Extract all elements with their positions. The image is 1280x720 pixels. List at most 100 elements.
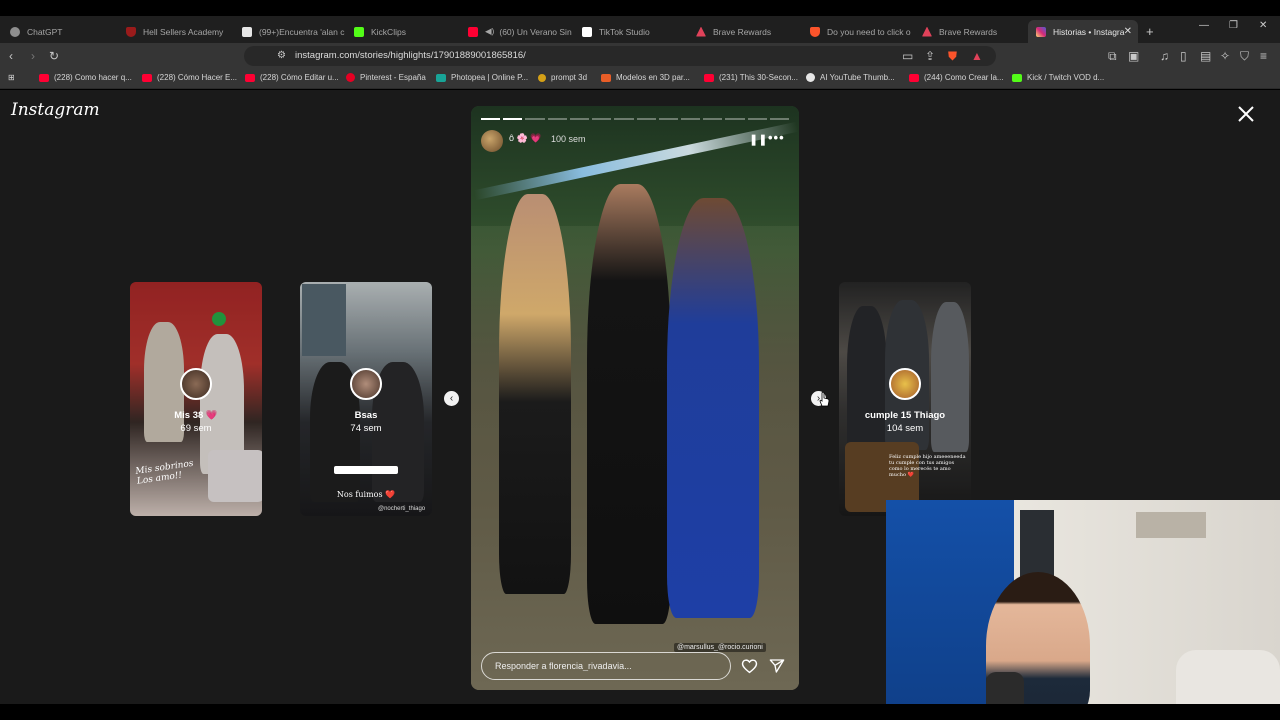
bookmark-item[interactable]: (231) This 30-Secon...	[704, 73, 798, 82]
youtube-icon	[245, 73, 255, 82]
pinterest-icon	[346, 73, 355, 82]
bookmark-label: (244) Como Crear la...	[924, 73, 1004, 82]
story-preview[interactable]: cumple 15 Thiago 104 sem Feliz cumple hi…	[839, 282, 971, 516]
tab-label: KickClips	[371, 26, 406, 37]
story-progress-bar	[481, 118, 790, 120]
tab-label: (60) Un Verano Sin	[499, 26, 572, 37]
progress-segment	[747, 118, 767, 120]
bookmark-item[interactable]: prompt 3d	[538, 73, 587, 82]
sparkle-icon	[538, 73, 546, 82]
window-titlebar	[0, 0, 1280, 16]
kick-icon	[1012, 73, 1022, 82]
bookmark-label: Pinterest - España	[360, 73, 426, 82]
tab-brave-rewards-2[interactable]: Brave Rewards	[914, 20, 1026, 43]
site-settings-icon[interactable]: ⚙	[277, 49, 286, 63]
back-icon[interactable]: ‹	[9, 49, 13, 63]
leo-ai-icon[interactable]: ✧	[1220, 49, 1230, 63]
tab-brave-rewards[interactable]: Brave Rewards	[688, 20, 800, 43]
tab-instagram-active[interactable]: Historias • Instagra ✕	[1028, 20, 1138, 43]
url-text[interactable]: instagram.com/stories/highlights/1790188…	[295, 50, 526, 61]
bookmark-item[interactable]: Modelos en 3D par...	[601, 73, 690, 82]
reload-icon[interactable]: ↻	[49, 49, 59, 63]
brave-shields-icon[interactable]: ⛊	[948, 49, 957, 63]
tab-label: Hell Sellers Academy	[143, 26, 224, 37]
send-icon[interactable]	[769, 658, 785, 674]
bookmark-label: prompt 3d	[551, 73, 588, 82]
minimize-icon[interactable]: —	[1199, 20, 1209, 31]
youtube-icon	[704, 73, 714, 82]
close-tab-icon[interactable]: ✕	[1124, 26, 1132, 37]
maximize-icon[interactable]: ❐	[1229, 20, 1238, 31]
reply-input[interactable]	[495, 661, 715, 671]
menu-icon[interactable]: ≡	[1260, 49, 1267, 63]
tab-kickclips[interactable]: KickClips	[346, 20, 458, 43]
brave-rewards-icon[interactable]: ▲	[971, 49, 983, 63]
tab-label: Do you need to click o	[827, 26, 911, 37]
apps-grid-icon[interactable]: ⊞	[8, 73, 15, 82]
cast-icon[interactable]: ▭	[902, 49, 913, 63]
more-options-icon[interactable]: •••	[768, 130, 785, 145]
vpn-icon[interactable]: ⛉	[1240, 49, 1249, 63]
bookmark-item[interactable]: Kick / Twitch VOD d...	[1012, 73, 1104, 82]
mouse-cursor-icon	[819, 392, 830, 407]
brave-rewards-icon	[922, 26, 932, 37]
tab-brave-question[interactable]: Do you need to click o	[802, 20, 914, 43]
progress-segment	[525, 118, 545, 120]
active-story[interactable]: ô 🌸 💗 100 sem ❚❚ ••• @marsullus_@rocio.c…	[471, 106, 799, 690]
story-preview[interactable]: Bsas 74 sem Nos fuimos ❤️ @nocherti_thia…	[300, 282, 432, 516]
previous-story-button[interactable]: ‹	[444, 391, 459, 406]
bookmark-item[interactable]: Photopea | Online P...	[436, 73, 528, 82]
story-mention[interactable]: @marsullus_@rocio.curioni	[674, 643, 766, 652]
address-bar[interactable]: ⚙ instagram.com/stories/highlights/17901…	[244, 46, 996, 66]
bookmark-item[interactable]: (228) Cómo Hacer E...	[142, 73, 237, 82]
webcam-overlay	[886, 500, 1280, 720]
story-preview[interactable]: Mis 38 💗 69 sem Mis sobrinos Los amo!!	[130, 282, 262, 516]
tab-tiktok-search[interactable]: (99+)Encuentra 'alan c	[234, 20, 346, 43]
pause-icon[interactable]: ❚❚	[749, 133, 767, 146]
close-icon[interactable]	[1236, 104, 1256, 124]
screen-bottom-bar	[0, 704, 1280, 720]
youtube-icon	[909, 73, 919, 82]
instagram-icon	[1036, 26, 1046, 37]
progress-segment	[680, 118, 701, 120]
kick-icon	[354, 26, 364, 37]
speaker-icon: ◀)	[485, 26, 495, 36]
wallet-icon[interactable]: ▤	[1200, 49, 1211, 63]
bookmark-item[interactable]: (244) Como Crear la...	[909, 73, 1004, 82]
instagram-logo[interactable]: Instagram	[11, 100, 100, 120]
progress-segment	[769, 118, 790, 120]
heart-icon[interactable]	[741, 658, 758, 674]
bookmark-item[interactable]: Pinterest - España	[346, 73, 426, 82]
share-icon[interactable]: ⇪	[925, 49, 935, 63]
new-tab-button[interactable]: +	[1142, 20, 1162, 43]
preview-caption: Nos fuimos ❤️	[336, 490, 396, 499]
story-age: 100 sem	[551, 134, 586, 144]
progress-segment	[658, 118, 678, 120]
music-icon[interactable]: ♫	[1160, 49, 1169, 63]
tiktok-icon	[582, 26, 592, 37]
reply-field[interactable]	[481, 652, 731, 680]
screenshot-icon[interactable]: ▣	[1128, 49, 1139, 63]
story-avatar[interactable]	[481, 130, 503, 152]
bookmark-label: (228) Como hacer q...	[54, 73, 132, 82]
tab-tiktok-studio[interactable]: TikTok Studio	[574, 20, 686, 43]
bookmark-item[interactable]: (228) Como hacer q...	[39, 73, 132, 82]
tab-hell-sellers[interactable]: Hell Sellers Academy	[118, 20, 230, 43]
bookmark-item[interactable]: (228) Cómo Editar u...	[245, 73, 339, 82]
bookmark-label: Photopea | Online P...	[451, 73, 529, 82]
tab-chatgpt[interactable]: ChatGPT	[2, 20, 114, 43]
tiktok-icon	[242, 26, 252, 37]
bookmark-item[interactable]: AI YouTube Thumb...	[806, 73, 895, 82]
youtube-icon	[39, 73, 49, 82]
sidebar-icon[interactable]: ▯	[1180, 49, 1187, 63]
extensions-icon[interactable]: ⧉	[1108, 49, 1117, 63]
tab-youtube[interactable]: ◀) (60) Un Verano Sin	[460, 20, 572, 43]
avatar	[180, 368, 212, 400]
forward-icon[interactable]: ›	[31, 49, 35, 63]
preview-age: 104 sem	[886, 423, 924, 434]
youtube-icon	[468, 26, 478, 37]
preview-age: 69 sem	[180, 423, 212, 434]
youtube-icon	[142, 73, 152, 82]
close-window-icon[interactable]: ✕	[1259, 20, 1267, 31]
shield-icon	[126, 26, 136, 37]
